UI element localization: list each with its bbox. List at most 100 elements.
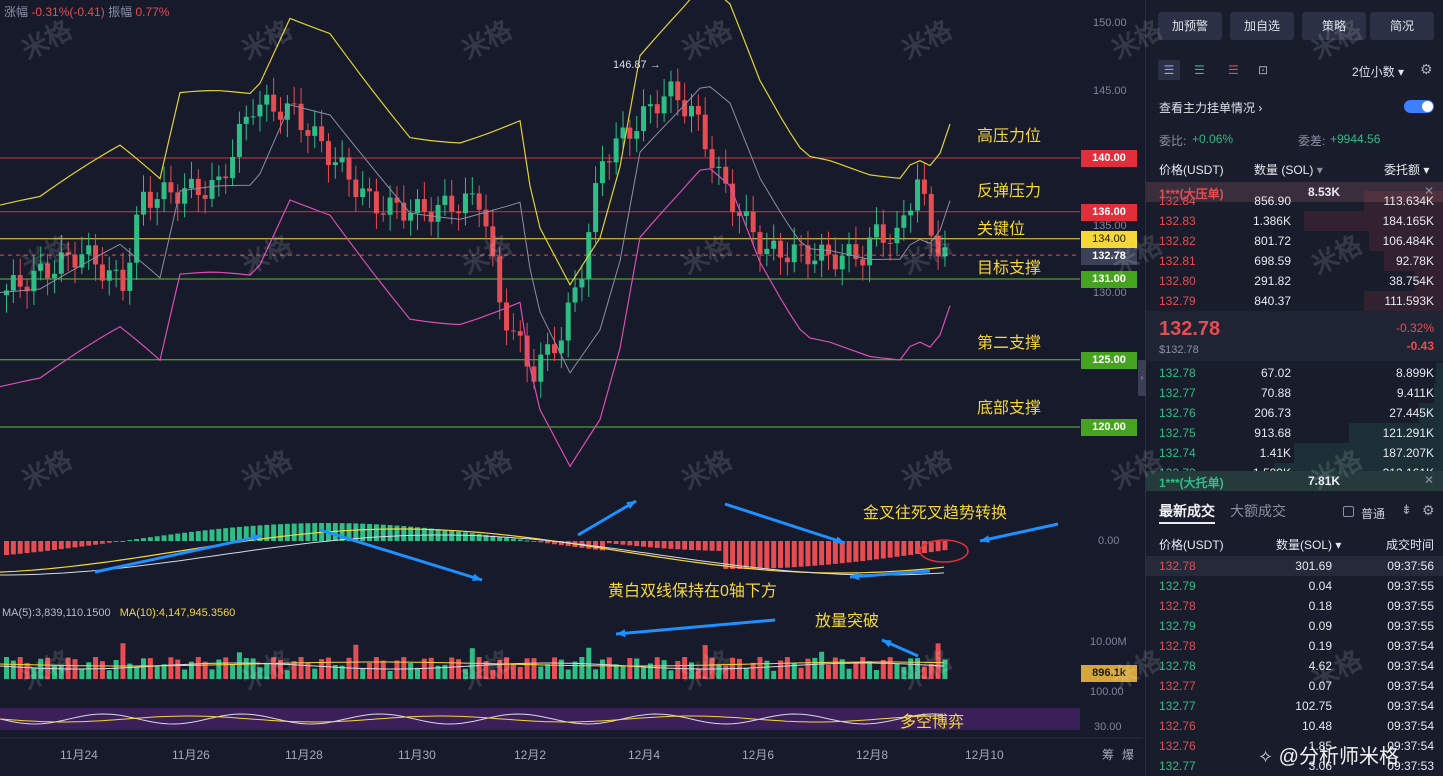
- row-total: 106.484K: [1382, 234, 1434, 248]
- bid-row[interactable]: 132.76 206.73 27.445K: [1146, 403, 1443, 423]
- macd-bar: [716, 541, 722, 551]
- kline-canvas[interactable]: [0, 0, 1143, 776]
- macd-bar: [79, 541, 85, 547]
- volume-bar: [120, 643, 126, 679]
- row-price: 132.84: [1159, 194, 1196, 208]
- kline-chart[interactable]: 涨幅 -0.31%(-0.41) 振幅 0.77% 150.00 145.00 …: [0, 0, 1399, 776]
- tab-large-trades[interactable]: 大额成交: [1230, 501, 1286, 521]
- bid-big-order[interactable]: 1***(大托单) 7.81K ✕: [1146, 471, 1443, 491]
- candle-body: [230, 156, 236, 179]
- trade-row[interactable]: 132.78 0.18 09:37:55: [1146, 596, 1443, 616]
- candle-body: [915, 179, 921, 211]
- amplitude-label: 振幅: [108, 5, 133, 19]
- trade-col-qty[interactable]: 数量(SOL) ▾: [1276, 536, 1341, 553]
- bid-row[interactable]: 132.78 67.02 8.899K: [1146, 363, 1443, 383]
- row-total: 8.899K: [1395, 366, 1434, 380]
- candle-body: [134, 214, 140, 263]
- candle-body: [647, 104, 653, 107]
- tag-140: 140.00: [1081, 150, 1137, 167]
- bid-row[interactable]: 132.77 70.88 9.411K: [1146, 383, 1443, 403]
- collapse-handle[interactable]: ›: [1138, 360, 1146, 396]
- normal-checkbox[interactable]: [1343, 506, 1354, 517]
- macd-bar: [312, 523, 318, 541]
- volume-bar: [867, 661, 873, 679]
- trade-row[interactable]: 132.78 4.62 09:37:54: [1146, 656, 1443, 676]
- main-orders-link[interactable]: 查看主力挂单情况 ›: [1159, 99, 1262, 116]
- col-total[interactable]: 委托额 ▾: [1384, 161, 1429, 178]
- trade-row[interactable]: 132.78 0.19 09:37:54: [1146, 636, 1443, 656]
- macd-bar: [24, 541, 30, 554]
- trade-row[interactable]: 132.77 102.75 09:37:54: [1146, 696, 1443, 716]
- ask-row[interactable]: 132.80 291.82 38.754K: [1146, 271, 1443, 291]
- close-icon[interactable]: ✕: [1424, 473, 1434, 487]
- ask-row[interactable]: 132.83 1.386K 184.165K: [1146, 211, 1443, 231]
- annotation-rebound-resistance: 反弹压力: [977, 183, 1042, 200]
- macd-bar: [867, 541, 873, 561]
- candle-body: [826, 244, 831, 255]
- candle-body: [373, 191, 379, 214]
- main-orders-toggle[interactable]: [1404, 100, 1434, 113]
- ask-row[interactable]: 132.84 856.90 113.634K: [1146, 191, 1443, 211]
- last-price-usd: $132.78: [1159, 344, 1199, 356]
- trade-row[interactable]: 132.76 10.48 09:37:54: [1146, 716, 1443, 736]
- add-alert-button[interactable]: 加预警: [1158, 12, 1222, 40]
- x-label-chip[interactable]: 筹: [1102, 746, 1114, 763]
- volume-bar: [195, 657, 201, 679]
- volume-bar: [373, 657, 379, 679]
- candle-body: [654, 104, 660, 114]
- trade-row[interactable]: 132.78 301.69 09:37:56: [1146, 556, 1443, 576]
- trade-col-price: 价格(USDT): [1159, 538, 1224, 552]
- settings-icon[interactable]: ⚙: [1420, 61, 1433, 78]
- candle-body: [709, 149, 715, 169]
- book-bids-icon[interactable]: ☰: [1194, 60, 1205, 80]
- col-qty[interactable]: 数量 (SOL) ▾: [1254, 161, 1323, 178]
- macd-bar: [524, 540, 530, 542]
- trade-row[interactable]: 132.79 0.04 09:37:55: [1146, 576, 1443, 596]
- high-marker: 146.87 →: [613, 59, 661, 71]
- macd-bar: [298, 523, 304, 541]
- row-total: 187.207K: [1382, 446, 1434, 460]
- row-total: 9.411K: [1396, 386, 1434, 400]
- bid-row[interactable]: 132.74 1.41K 187.207K: [1146, 443, 1443, 463]
- filter-icon[interactable]: ⇟: [1401, 502, 1412, 518]
- settings-icon[interactable]: ⚙: [1422, 502, 1435, 519]
- ask-row[interactable]: 132.81 698.59 92.78K: [1146, 251, 1443, 271]
- trade-price: 132.77: [1159, 679, 1196, 693]
- book-depth-icon[interactable]: ⊡: [1258, 60, 1268, 80]
- overview-button[interactable]: 简况: [1370, 12, 1434, 40]
- add-favorite-button[interactable]: 加自选: [1230, 12, 1294, 40]
- candle-body: [271, 94, 277, 112]
- volume-bar: [819, 651, 825, 679]
- x-label-burst[interactable]: 爆: [1122, 746, 1134, 763]
- volume-bar: [401, 657, 407, 679]
- macd-bar: [223, 528, 229, 541]
- row-total: 121.291K: [1382, 426, 1434, 440]
- tab-latest-trades[interactable]: 最新成交: [1159, 501, 1215, 521]
- candle-body: [154, 199, 160, 208]
- macd-bar: [113, 541, 119, 542]
- macd-bar: [86, 541, 92, 546]
- volume-bar: [853, 662, 859, 679]
- macd-bar: [880, 541, 886, 559]
- trade-row[interactable]: 132.79 0.09 09:37:55: [1146, 616, 1443, 636]
- candle-body: [332, 162, 338, 166]
- bid-row[interactable]: 132.75 913.68 121.291K: [1146, 423, 1443, 443]
- book-both-icon[interactable]: ☰: [1158, 60, 1180, 80]
- book-asks-icon[interactable]: ☰: [1228, 60, 1239, 80]
- trade-time: 09:37:55: [1387, 599, 1434, 613]
- ma5-value: MA(5):3,839,110.1500: [2, 607, 111, 619]
- macd-bar: [154, 536, 160, 541]
- ask-row[interactable]: 132.82 801.72 106.484K: [1146, 231, 1443, 251]
- trade-row[interactable]: 132.77 0.07 09:37:54: [1146, 676, 1443, 696]
- row-total: 111.593K: [1384, 294, 1434, 308]
- volume-bar: [565, 669, 571, 679]
- precision-select[interactable]: 2位小数 ▾: [1352, 63, 1404, 80]
- candle-body: [757, 232, 763, 255]
- arrow-head: [835, 536, 845, 544]
- diff-label: 委差:: [1298, 134, 1326, 148]
- volume-bar: [209, 669, 215, 679]
- candle-body: [538, 354, 544, 382]
- volume-bar: [175, 659, 181, 679]
- ask-row[interactable]: 132.79 840.37 111.593K: [1146, 291, 1443, 311]
- row-qty: 913.68: [1254, 426, 1291, 440]
